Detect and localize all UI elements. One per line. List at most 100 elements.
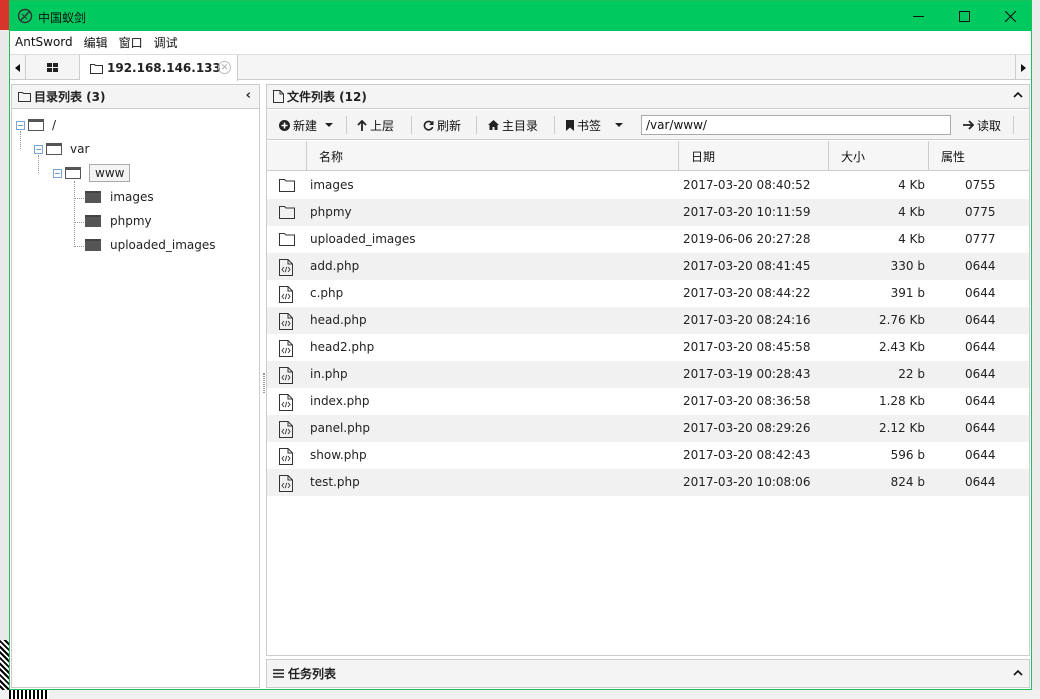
list-icon bbox=[273, 669, 284, 678]
collapse-left-icon[interactable]: ‹ bbox=[246, 88, 251, 103]
file-row[interactable]: index.php 2017-03-20 08:36:58 1.28 Kb 0644 bbox=[267, 388, 1029, 415]
file-size: 4 Kb bbox=[898, 232, 925, 246]
file-row[interactable]: images 2017-03-20 08:40:52 4 Kb 0755 bbox=[267, 172, 1029, 199]
column-header-name[interactable]: 名称 bbox=[307, 141, 679, 171]
tree-node-uploaded-images[interactable]: uploaded_images bbox=[85, 235, 216, 255]
file-outline-icon bbox=[273, 90, 284, 103]
collapse-up-icon[interactable] bbox=[1013, 87, 1023, 102]
refresh-icon bbox=[423, 120, 434, 131]
column-header-size[interactable]: 大小 bbox=[829, 141, 929, 171]
file-name: phpmy bbox=[310, 205, 352, 219]
tree-expand-toggle[interactable]: − bbox=[34, 144, 43, 154]
menu-item-edit[interactable]: 编辑 bbox=[79, 34, 114, 51]
file-perm: 0644 bbox=[965, 394, 996, 408]
refresh-label: 刷新 bbox=[437, 118, 462, 133]
folder-outline-icon bbox=[65, 167, 81, 179]
file-row[interactable]: c.php 2017-03-20 08:44:22 391 b 0644 bbox=[267, 280, 1029, 307]
file-row[interactable]: panel.php 2017-03-20 08:29:26 2.12 Kb 0644 bbox=[267, 415, 1029, 442]
column-header-date[interactable]: 日期 bbox=[679, 141, 829, 171]
up-level-button[interactable]: 上层 bbox=[357, 110, 394, 140]
tree-label: uploaded_images bbox=[110, 238, 216, 252]
toolbar-divider bbox=[1013, 116, 1014, 134]
column-header-perm[interactable]: 属性 bbox=[929, 141, 1029, 171]
file-size: 2.76 Kb bbox=[878, 313, 925, 327]
code-file-icon bbox=[279, 286, 295, 303]
refresh-button[interactable]: 刷新 bbox=[423, 110, 461, 140]
code-file-icon bbox=[279, 421, 295, 438]
path-input[interactable] bbox=[641, 115, 951, 135]
file-row[interactable]: uploaded_images 2019-06-06 20:27:28 4 Kb 07… bbox=[267, 226, 1029, 253]
file-size: 4 Kb bbox=[898, 178, 925, 192]
file-row[interactable]: in.php 2017-03-19 00:28:43 22 b 0644 bbox=[267, 361, 1029, 388]
folder-outline-icon bbox=[28, 119, 44, 131]
file-perm: 0644 bbox=[965, 475, 996, 489]
menu-item-antsword[interactable]: AntSword bbox=[10, 35, 79, 49]
folder-filled-icon bbox=[85, 215, 101, 227]
file-size: 1.28 Kb bbox=[878, 394, 925, 408]
desktop-background-strip bbox=[0, 0, 9, 699]
file-perm: 0644 bbox=[965, 367, 996, 381]
bookmark-button[interactable]: 书签 bbox=[566, 110, 624, 140]
tab-bar: 192.168.146.133 ✕ bbox=[10, 54, 1031, 81]
file-date: 2017-03-19 00:28:43 bbox=[683, 367, 811, 381]
tab-home[interactable] bbox=[26, 55, 80, 80]
file-row[interactable]: test.php 2017-03-20 10:08:06 824 b 0644 bbox=[267, 469, 1029, 496]
menu-item-window[interactable]: 窗口 bbox=[114, 34, 149, 51]
home-dir-button[interactable]: 主目录 bbox=[488, 110, 538, 140]
file-perm: 0777 bbox=[965, 232, 996, 246]
tree-node-phpmy[interactable]: phpmy bbox=[85, 211, 152, 231]
folder-outline-icon bbox=[279, 178, 295, 194]
read-label: 读取 bbox=[977, 118, 1002, 133]
code-file-icon bbox=[279, 448, 295, 465]
desktop-icon-fragment bbox=[0, 0, 9, 30]
title-bar[interactable]: 中国蚁剑 bbox=[10, 1, 1031, 31]
folder-filled-icon bbox=[85, 191, 101, 203]
file-name: head2.php bbox=[310, 340, 375, 354]
tree-node-root[interactable]: − / bbox=[16, 115, 56, 135]
tree-connector bbox=[74, 246, 84, 247]
tab-close-icon[interactable]: ✕ bbox=[218, 61, 231, 74]
tab-shell-session[interactable]: 192.168.146.133 ✕ bbox=[80, 55, 238, 81]
menu-item-debug[interactable]: 调试 bbox=[149, 34, 184, 51]
file-row[interactable]: phpmy 2017-03-20 10:11:59 4 Kb 0775 bbox=[267, 199, 1029, 226]
file-row[interactable]: show.php 2017-03-20 08:42:43 596 b 0644 bbox=[267, 442, 1029, 469]
tab-scroll-right-button[interactable] bbox=[1015, 55, 1031, 80]
task-panel-header[interactable]: 任务列表 bbox=[266, 659, 1030, 688]
tab-scroll-left-button[interactable] bbox=[10, 55, 26, 80]
tree-expand-toggle[interactable]: − bbox=[16, 120, 25, 130]
home-icon bbox=[488, 120, 499, 130]
tree-node-images[interactable]: images bbox=[85, 187, 154, 207]
code-file-icon bbox=[279, 340, 295, 357]
dropdown-caret-icon bbox=[325, 123, 334, 127]
file-name: panel.php bbox=[310, 421, 370, 435]
read-button[interactable]: 读取 bbox=[963, 110, 1001, 140]
file-date: 2017-03-20 10:11:59 bbox=[683, 205, 811, 219]
new-button[interactable]: 新建 bbox=[279, 110, 334, 140]
tree-node-var[interactable]: − var bbox=[34, 139, 89, 159]
file-row[interactable]: head.php 2017-03-20 08:24:16 2.76 Kb 0644 bbox=[267, 307, 1029, 334]
menu-bar: AntSword 编辑 窗口 调试 bbox=[10, 31, 1031, 53]
close-button[interactable] bbox=[987, 1, 1033, 31]
tree-expand-toggle[interactable]: − bbox=[53, 168, 62, 178]
file-date: 2017-03-20 08:44:22 bbox=[683, 286, 811, 300]
file-perm: 0644 bbox=[965, 340, 996, 354]
maximize-button[interactable] bbox=[941, 1, 987, 31]
plus-circle-icon bbox=[279, 119, 290, 131]
minimize-button[interactable] bbox=[895, 1, 941, 31]
toolbar-divider bbox=[476, 116, 477, 134]
file-perm: 0644 bbox=[965, 286, 996, 300]
file-date: 2017-03-20 08:40:52 bbox=[683, 178, 811, 192]
qr-code-fragment-bottom bbox=[9, 690, 49, 699]
panel-splitter-handle[interactable] bbox=[263, 373, 265, 393]
file-row[interactable]: add.php 2017-03-20 08:41:45 330 b 0644 bbox=[267, 253, 1029, 280]
file-size: 596 b bbox=[890, 448, 925, 462]
window-title: 中国蚁剑 bbox=[38, 11, 87, 25]
file-size: 22 b bbox=[898, 367, 925, 381]
expand-up-icon[interactable] bbox=[1013, 665, 1023, 679]
tree-label: var bbox=[70, 142, 90, 156]
file-row[interactable]: head2.php 2017-03-20 08:45:58 2.43 Kb 0644 bbox=[267, 334, 1029, 361]
caret-left-icon bbox=[15, 63, 20, 72]
directory-panel-title: 目录列表 (3) bbox=[34, 90, 106, 104]
tree-node-www[interactable]: − www bbox=[53, 163, 131, 183]
desktop-background-bottom bbox=[0, 690, 1040, 699]
